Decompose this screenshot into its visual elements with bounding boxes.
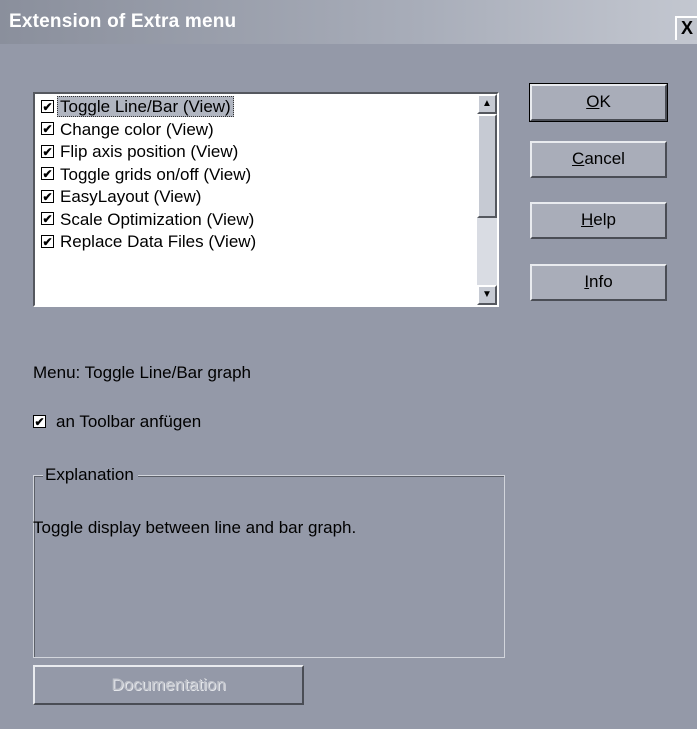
toolbar-checkbox[interactable]: ✔ (33, 414, 46, 428)
info-label: nfo (589, 272, 613, 291)
ok-label: K (599, 92, 611, 111)
list-item[interactable]: ✔ Flip axis position (View) (37, 141, 477, 164)
list-item[interactable]: ✔ Scale Optimization (View) (37, 209, 477, 232)
close-icon: X (680, 18, 693, 38)
cancel-button[interactable]: Cancel (530, 141, 667, 178)
list-item-label: Replace Data Files (View) (60, 232, 257, 251)
list-item-label: Toggle grids on/off (View) (60, 164, 252, 184)
ok-button[interactable]: OK (529, 83, 668, 122)
scroll-down-button[interactable]: ▼ (477, 285, 497, 305)
list-item[interactable]: ✔ EasyLayout (View) (37, 186, 477, 209)
extension-list[interactable]: ✔ Toggle Line/Bar (View) ✔ Change color (Vi… (33, 92, 499, 307)
cancel-mnemonic: C (572, 149, 585, 168)
explanation-group-title: Explanation (43, 465, 138, 485)
explanation-text: Toggle display between line and bar grap… (33, 518, 357, 537)
list-item-checkbox[interactable]: ✔ (41, 99, 54, 113)
list-item-checkbox[interactable]: ✔ (41, 144, 54, 158)
list-item-label: Flip axis position (View) (60, 142, 239, 161)
scroll-up-button[interactable]: ▲ (477, 94, 497, 114)
explanation-groupbox (33, 475, 505, 658)
list-item-checkbox[interactable]: ✔ (41, 167, 54, 181)
list-item[interactable]: ✔ Toggle Line/Bar (View) (37, 96, 477, 119)
arrow-up-icon: ▲ (482, 98, 492, 109)
list-item-checkbox[interactable]: ✔ (41, 189, 54, 203)
list-item-label: Scale Optimization (View) (60, 209, 255, 229)
list-item[interactable]: ✔ Toggle grids on/off (View) (37, 164, 477, 187)
list-item-label: EasyLayout (View) (60, 187, 202, 206)
scroll-thumb[interactable] (477, 114, 497, 218)
ok-mnemonic: O (586, 92, 600, 111)
title-bar: Extension of Extra menu X (0, 0, 697, 44)
menu-label: Menu: Toggle Line/Bar graph (33, 363, 252, 382)
close-button[interactable]: X (675, 16, 697, 40)
list-item-label: Change color (View) (60, 119, 214, 139)
extension-list-items: ✔ Toggle Line/Bar (View) ✔ Change color (Vi… (37, 96, 477, 254)
list-item-checkbox[interactable]: ✔ (41, 234, 54, 248)
window-title: Extension of Extra menu (9, 11, 237, 32)
help-button[interactable]: Help (530, 202, 667, 239)
help-label: elp (593, 210, 616, 229)
info-button[interactable]: Info (530, 264, 667, 301)
list-item-checkbox[interactable]: ✔ (41, 122, 54, 136)
arrow-down-icon: ▼ (482, 289, 492, 300)
list-item-checkbox[interactable]: ✔ (41, 212, 54, 226)
list-scrollbar[interactable]: ▲ ▼ (477, 94, 497, 305)
documentation-button[interactable]: Documentation (33, 665, 304, 705)
toolbar-option[interactable]: ✔ an Toolbar anfügen (33, 412, 201, 432)
list-item[interactable]: ✔ Change color (View) (37, 119, 477, 142)
cancel-label: ancel (584, 149, 625, 168)
list-item-label: Toggle Line/Bar (View) (57, 96, 234, 117)
help-mnemonic: H (581, 210, 594, 229)
list-item[interactable]: ✔ Replace Data Files (View) (37, 231, 477, 254)
toolbar-option-label: an Toolbar anfügen (56, 412, 202, 431)
